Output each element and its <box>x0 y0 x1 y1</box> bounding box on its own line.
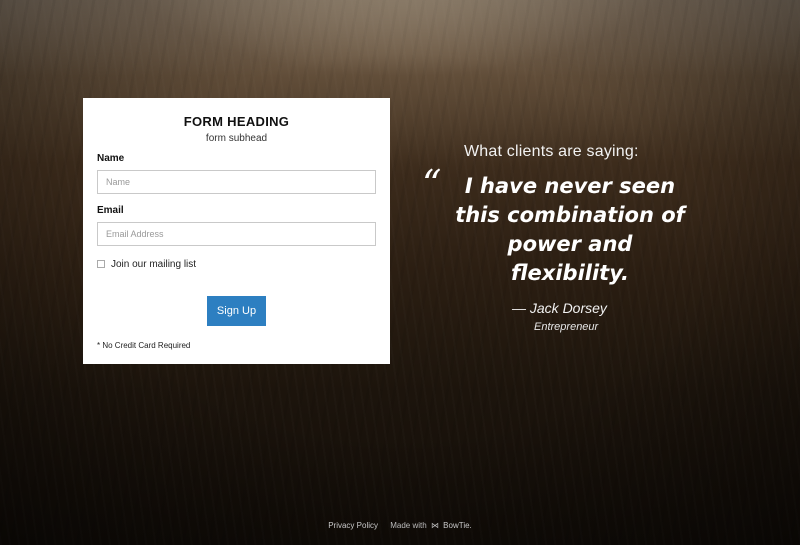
form-heading: FORM HEADING <box>183 114 290 129</box>
privacy-policy-link[interactable]: Privacy Policy <box>328 521 378 530</box>
name-input[interactable] <box>97 170 376 194</box>
sign-up-button[interactable]: Sign Up <box>207 296 266 326</box>
signup-form-card: FORM HEADING form subhead Name Email Joi… <box>83 98 390 364</box>
no-credit-card-note: * No Credit Card Required <box>97 341 191 350</box>
name-label: Name <box>97 153 125 164</box>
testimonial-quote: I have never seen this combination of po… <box>455 174 685 285</box>
bowtie-brand-link[interactable]: BowTie. <box>443 521 472 530</box>
testimonial-author: — Jack Dorsey <box>512 300 607 316</box>
quote-mark-icon: “ <box>422 162 442 206</box>
made-with-text: Made with <box>390 521 427 530</box>
mailing-list-row[interactable]: Join our mailing list <box>97 258 196 270</box>
mailing-list-label[interactable]: Join our mailing list <box>111 259 196 270</box>
form-subhead: form subhead <box>205 133 268 144</box>
testimonial-heading: What clients are saying: <box>464 143 639 160</box>
bowtie-icon: ⋈ <box>430 521 439 530</box>
email-label: Email <box>97 205 124 216</box>
email-input[interactable] <box>97 222 376 246</box>
footer: Privacy Policy Made with ⋈ BowTie. <box>0 521 800 530</box>
testimonial-author-title: Entrepreneur <box>534 321 599 333</box>
mailing-list-checkbox[interactable] <box>97 260 105 268</box>
